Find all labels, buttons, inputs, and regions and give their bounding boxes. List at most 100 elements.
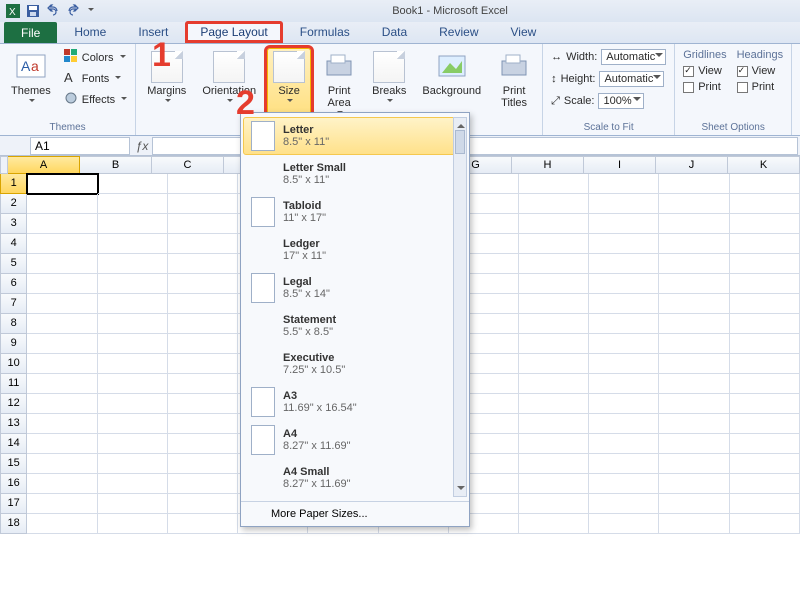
size-option-ledger[interactable]: Ledger17" x 11"	[243, 231, 467, 269]
cell-I13[interactable]	[589, 414, 659, 434]
size-option-a3[interactable]: A311.69" x 16.54"	[243, 383, 467, 421]
cell-H15[interactable]	[519, 454, 589, 474]
cell-H3[interactable]	[519, 214, 589, 234]
headings-view-check[interactable]	[737, 66, 748, 77]
cell-K5[interactable]	[730, 254, 800, 274]
cell-C17[interactable]	[168, 494, 238, 514]
cell-A11[interactable]	[27, 374, 97, 394]
cell-A14[interactable]	[27, 434, 97, 454]
cell-I1[interactable]	[589, 174, 659, 194]
cell-I17[interactable]	[589, 494, 659, 514]
cell-B14[interactable]	[98, 434, 168, 454]
cell-C18[interactable]	[168, 514, 238, 534]
cell-J18[interactable]	[659, 514, 729, 534]
themes-button[interactable]: Aa Themes	[6, 48, 56, 120]
cell-J12[interactable]	[659, 394, 729, 414]
cell-C1[interactable]	[168, 174, 238, 194]
tab-file[interactable]: File	[4, 22, 57, 43]
print-titles-button[interactable]: Print Titles	[492, 48, 536, 120]
colors-button[interactable]: Colors	[62, 48, 129, 67]
cell-J15[interactable]	[659, 454, 729, 474]
cell-A8[interactable]	[27, 314, 97, 334]
cell-C7[interactable]	[168, 294, 238, 314]
tab-insert[interactable]: Insert	[123, 21, 183, 43]
cell-A6[interactable]	[27, 274, 97, 294]
height-value[interactable]: Automatic	[599, 71, 664, 87]
cell-K9[interactable]	[730, 334, 800, 354]
gridlines-print-check[interactable]	[683, 82, 694, 93]
fonts-button[interactable]: A Fonts	[62, 69, 129, 88]
row-header-9[interactable]: 9	[0, 334, 27, 354]
cell-C16[interactable]	[168, 474, 238, 494]
cell-H9[interactable]	[519, 334, 589, 354]
print-area-button[interactable]: Print Area	[317, 48, 361, 120]
margins-button[interactable]: Margins	[142, 48, 191, 120]
cell-J7[interactable]	[659, 294, 729, 314]
cell-B9[interactable]	[98, 334, 168, 354]
tab-page-layout[interactable]: Page Layout	[185, 21, 282, 43]
row-header-7[interactable]: 7	[0, 294, 27, 314]
cell-C15[interactable]	[168, 454, 238, 474]
tab-view[interactable]: View	[496, 21, 552, 43]
redo-icon[interactable]	[66, 4, 80, 18]
cell-K1[interactable]	[730, 174, 800, 194]
cell-K13[interactable]	[730, 414, 800, 434]
cell-H11[interactable]	[519, 374, 589, 394]
scrollbar-thumb[interactable]	[455, 130, 465, 154]
cell-H10[interactable]	[519, 354, 589, 374]
row-header-2[interactable]: 2	[0, 194, 27, 214]
cell-J6[interactable]	[659, 274, 729, 294]
cell-J17[interactable]	[659, 494, 729, 514]
cell-J3[interactable]	[659, 214, 729, 234]
cell-H12[interactable]	[519, 394, 589, 414]
name-box[interactable]: A1	[30, 137, 130, 155]
tab-formulas[interactable]: Formulas	[285, 21, 365, 43]
col-header-H[interactable]: H	[512, 156, 584, 174]
cell-C11[interactable]	[168, 374, 238, 394]
cell-I18[interactable]	[589, 514, 659, 534]
cell-B11[interactable]	[98, 374, 168, 394]
cell-C10[interactable]	[168, 354, 238, 374]
size-button[interactable]: Size	[267, 48, 311, 120]
row-header-12[interactable]: 12	[0, 394, 27, 414]
cell-A9[interactable]	[27, 334, 97, 354]
cell-I5[interactable]	[589, 254, 659, 274]
cell-K18[interactable]	[730, 514, 800, 534]
cell-I3[interactable]	[589, 214, 659, 234]
row-header-15[interactable]: 15	[0, 454, 27, 474]
cell-B13[interactable]	[98, 414, 168, 434]
cell-H6[interactable]	[519, 274, 589, 294]
tab-data[interactable]: Data	[367, 21, 422, 43]
cell-C2[interactable]	[168, 194, 238, 214]
cell-H18[interactable]	[519, 514, 589, 534]
cell-K16[interactable]	[730, 474, 800, 494]
tab-review[interactable]: Review	[424, 21, 493, 43]
cell-B18[interactable]	[98, 514, 168, 534]
cell-C8[interactable]	[168, 314, 238, 334]
undo-icon[interactable]	[46, 4, 60, 18]
cell-A5[interactable]	[27, 254, 97, 274]
cell-J2[interactable]	[659, 194, 729, 214]
cell-J9[interactable]	[659, 334, 729, 354]
breaks-button[interactable]: Breaks	[367, 48, 411, 120]
cell-J14[interactable]	[659, 434, 729, 454]
cell-K8[interactable]	[730, 314, 800, 334]
cell-C3[interactable]	[168, 214, 238, 234]
cell-B15[interactable]	[98, 454, 168, 474]
cell-K14[interactable]	[730, 434, 800, 454]
row-header-18[interactable]: 18	[0, 514, 27, 534]
size-option-a4[interactable]: A48.27" x 11.69"	[243, 421, 467, 459]
cell-A15[interactable]	[27, 454, 97, 474]
cell-B4[interactable]	[98, 234, 168, 254]
cell-H5[interactable]	[519, 254, 589, 274]
row-header-4[interactable]: 4	[0, 234, 27, 254]
cell-B1[interactable]	[98, 174, 168, 194]
cell-K15[interactable]	[730, 454, 800, 474]
cell-B6[interactable]	[98, 274, 168, 294]
cell-J16[interactable]	[659, 474, 729, 494]
row-header-13[interactable]: 13	[0, 414, 27, 434]
cell-I4[interactable]	[589, 234, 659, 254]
cell-K3[interactable]	[730, 214, 800, 234]
row-header-8[interactable]: 8	[0, 314, 27, 334]
cell-I16[interactable]	[589, 474, 659, 494]
